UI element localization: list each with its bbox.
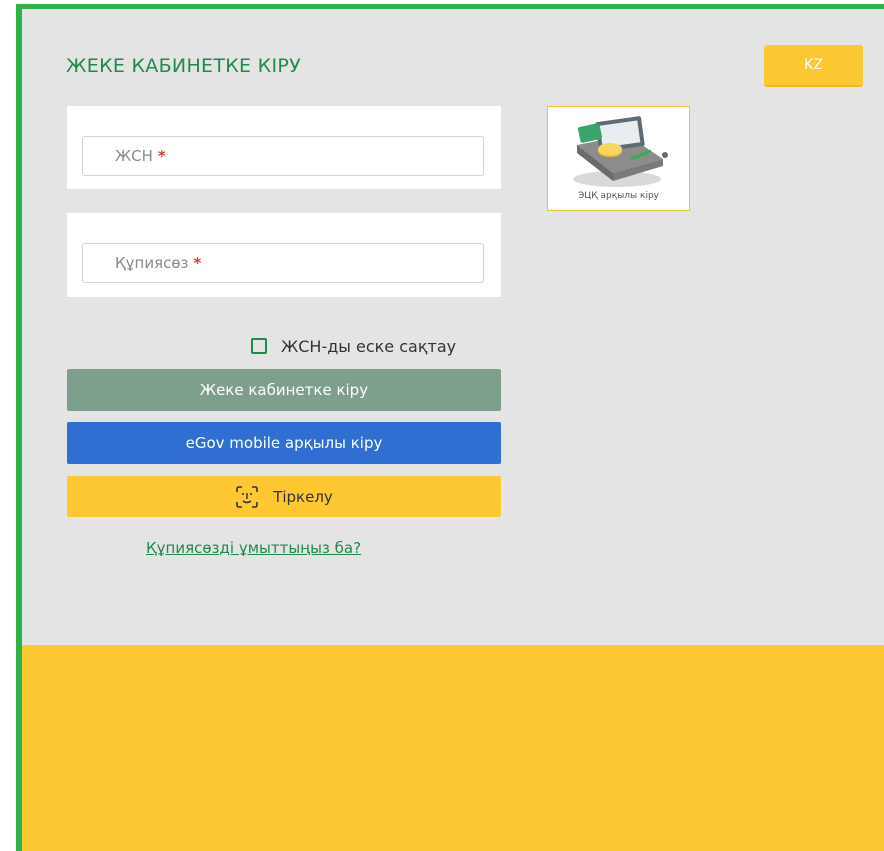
required-mark: * [157, 147, 166, 165]
remember-label: ЖСН-ды еске сақтау [281, 336, 457, 356]
password-card: Құпиясөз * [67, 213, 501, 297]
ecp-label: ЭЦҚ арқылы кіру [578, 191, 659, 201]
password-placeholder: Құпиясөз [115, 254, 189, 272]
iin-card: ЖСН * [67, 106, 501, 189]
ecp-login-tile[interactable]: ЭЦҚ арқылы кіру [547, 106, 690, 211]
remember-iin[interactable]: ЖСН-ды еске сақтау [251, 335, 456, 357]
register-button[interactable]: Тіркелу [67, 476, 501, 517]
language-button[interactable]: KZ [764, 45, 863, 87]
remember-checkbox[interactable] [251, 338, 267, 354]
iin-placeholder: ЖСН [115, 147, 153, 165]
ecp-card-reader-icon [573, 116, 668, 187]
iin-field[interactable]: ЖСН * [82, 136, 484, 176]
egov-mobile-button[interactable]: eGov mobile арқылы кіру [67, 422, 501, 464]
footer-band [22, 645, 884, 851]
forgot-password-link[interactable]: Құпиясөзді ұмыттыңыз ба? [146, 539, 361, 557]
register-label: Тіркелу [273, 487, 333, 506]
required-mark: * [193, 254, 202, 272]
login-button[interactable]: Жеке кабинетке кіру [67, 369, 501, 411]
face-id-icon [235, 485, 259, 508]
password-field[interactable]: Құпиясөз * [82, 243, 484, 283]
page-title: ЖЕКЕ КАБИНЕТКЕ КІРУ [66, 55, 301, 77]
